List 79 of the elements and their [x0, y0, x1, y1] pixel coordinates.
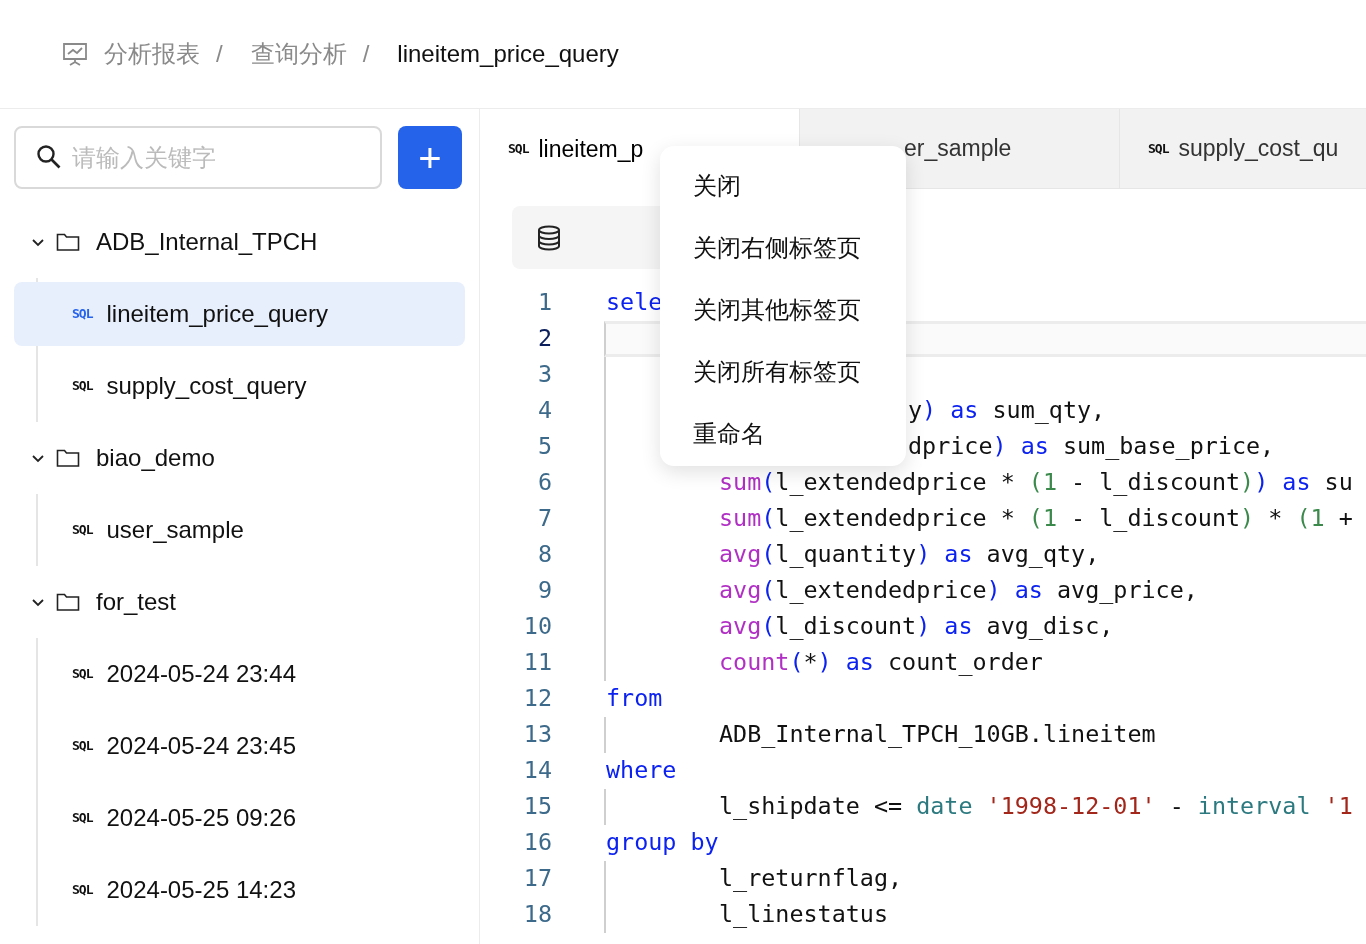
code-line: l_returnflag, [719, 863, 903, 895]
query-item[interactable]: SQL 2024-05-24 23:44 [14, 642, 465, 706]
line-number: 1 [536, 287, 552, 319]
query-item[interactable]: SQL lineitem_price_query [14, 282, 465, 346]
query-item[interactable]: SQL 2024-05-24 23:45 [14, 714, 465, 778]
query-label: supply_cost_query [106, 371, 307, 401]
search-icon [36, 144, 62, 170]
presentation-chart-icon [62, 41, 88, 67]
code-line: y) as sum_qty, [908, 395, 1106, 427]
sql-icon: SQL [72, 880, 93, 900]
line-number: 17 [522, 863, 552, 895]
search-field[interactable]: 请输入关键字 [14, 126, 382, 189]
database-icon[interactable] [536, 224, 562, 251]
line-number: 16 [522, 827, 552, 859]
sql-icon: SQL [72, 304, 93, 324]
query-label: lineitem_price_query [106, 299, 328, 329]
line-number: 5 [536, 431, 552, 463]
line-number: 18 [522, 899, 552, 931]
sql-icon: SQL [72, 808, 93, 828]
query-label: 2024-05-25 09:26 [106, 803, 296, 833]
sql-icon: SQL [1148, 138, 1169, 159]
folder-label: ADB_Internal_TPCH [96, 227, 318, 257]
code-line: group by [606, 827, 719, 859]
code-line: sum(l_extendedprice * (1 - l_discount)) as su [719, 467, 1353, 499]
sql-icon: SQL [508, 139, 529, 159]
code-line: sum(l_extendedprice * (1 - l_discount) * (1 + [719, 503, 1353, 535]
code-line: count(*) as count_order [719, 647, 1043, 679]
query-item[interactable]: SQL 2024-05-25 09:26 [14, 786, 465, 850]
folder-item[interactable]: ADB_Internal_TPCH [14, 206, 465, 278]
line-number: 3 [536, 359, 552, 391]
line-number: 6 [536, 467, 552, 499]
folder-label: for_test [96, 587, 177, 617]
menu-item[interactable]: 关闭右侧标签页 [660, 217, 906, 279]
line-number: 9 [536, 575, 552, 607]
breadcrumb-separator: / [362, 39, 370, 69]
line-number: 8 [536, 539, 552, 571]
folder-icon [56, 448, 80, 468]
query-item[interactable]: SQL user_sample [14, 498, 465, 562]
code-line: l_linestatus [719, 899, 888, 931]
folder-icon [56, 232, 80, 252]
code-line: where [606, 755, 677, 787]
folder-label: biao_demo [96, 443, 215, 473]
query-label: user_sample [106, 515, 244, 545]
folder-item[interactable]: biao_demo [14, 422, 465, 494]
breadcrumb-item: lineitem_price_query [397, 39, 619, 69]
sql-icon: SQL [72, 376, 93, 396]
add-button[interactable]: + [398, 126, 462, 189]
line-number: 13 [522, 719, 552, 751]
line-number: 14 [522, 755, 552, 787]
code-line: avg(l_discount) as avg_disc, [719, 611, 1114, 643]
sql-icon: SQL [72, 520, 93, 540]
menu-item[interactable]: 重命名 [660, 403, 906, 465]
line-number: 10 [522, 611, 552, 643]
line-number: 2 [536, 323, 552, 355]
sql-icon: SQL [72, 736, 93, 756]
tab[interactable]: SQL supply_cost_qu [1120, 109, 1366, 188]
folder-item[interactable]: for_test [14, 566, 465, 638]
query-item[interactable]: SQL 2024-05-25 14:23 [14, 858, 465, 922]
breadcrumb-separator: / [216, 39, 223, 69]
code-line: dprice) as sum_base_price, [908, 431, 1275, 463]
menu-item[interactable]: 关闭其他标签页 [660, 279, 906, 341]
line-number: 12 [522, 683, 552, 715]
code-line: ADB_Internal_TPCH_10GB.lineitem [719, 719, 1156, 751]
menu-item[interactable]: 关闭所有标签页 [660, 341, 906, 403]
code-line: avg(l_quantity) as avg_qty, [719, 539, 1100, 571]
code-line: from [606, 683, 663, 715]
line-number: 11 [522, 647, 552, 679]
code-line: l_shipdate <= date '1998-12-01' - interval '1 [719, 791, 1353, 823]
code-line: sele [606, 287, 663, 319]
sql-icon: SQL [72, 664, 93, 684]
query-label: 2024-05-24 23:44 [106, 659, 296, 689]
query-label: 2024-05-24 23:45 [106, 731, 296, 761]
line-number: 7 [536, 503, 552, 535]
code-line: avg(l_extendedprice) as avg_price, [719, 575, 1198, 607]
line-number: 15 [522, 791, 552, 823]
line-number: 4 [536, 395, 552, 427]
folder-icon [56, 592, 80, 612]
query-item[interactable]: SQL supply_cost_query [14, 354, 465, 418]
query-label: 2024-05-25 14:23 [106, 875, 296, 905]
